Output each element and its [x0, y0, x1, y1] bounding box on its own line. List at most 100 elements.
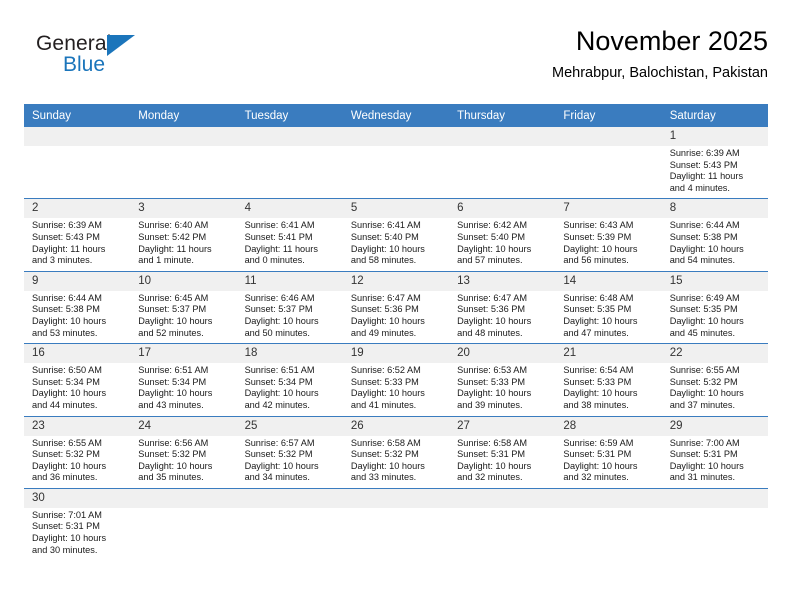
calendar-day-cell[interactable]: 16 Sunrise: 6:50 AM Sunset: 5:34 PM Dayligh…: [24, 343, 131, 416]
daylight-text-line1: Daylight: 10 hours: [350, 315, 425, 326]
calendar-day-cell[interactable]: 1 Sunrise: 6:39 AM Sunset: 5:43 PM Daylight…: [661, 127, 768, 199]
calendar-day-cell[interactable]: 24 Sunrise: 6:56 AM Sunset: 5:32 PM Dayligh…: [130, 415, 237, 489]
general-blue-logo[interactable]: General Blue: [36, 32, 186, 88]
daylight-text-line1: Daylight: 10 hours: [32, 533, 107, 544]
sunset-text: Sunset: 5:35 PM: [563, 304, 632, 315]
sunrise-text: Sunrise: 6:55 AM: [32, 437, 102, 448]
sunset-text: Sunset: 5:32 PM: [138, 449, 207, 460]
day-cell-content: [342, 127, 450, 198]
sunrise-text: Sunrise: 6:41 AM: [350, 220, 421, 231]
day-number: 3: [130, 199, 237, 219]
day-number: 1: [661, 127, 768, 146]
daylight-text-line1: Daylight: 10 hours: [138, 315, 213, 326]
daylight-text-line2: and 0 minutes.: [244, 255, 305, 266]
calendar-day-cell[interactable]: 4 Sunrise: 6:41 AM Sunset: 5:41 PM Daylight…: [236, 198, 343, 272]
sunset-text: Sunset: 5:41 PM: [244, 231, 313, 242]
day-number: [449, 488, 556, 508]
day-details: Sunrise: 6:55 AM Sunset: 5:32 PM Daylight:…: [662, 363, 768, 415]
calendar-day-cell[interactable]: 8 Sunrise: 6:44 AM Sunset: 5:38 PM Daylight…: [661, 198, 768, 272]
calendar-day-cell[interactable]: 19 Sunrise: 6:52 AM Sunset: 5:33 PM Dayligh…: [342, 343, 450, 416]
daylight-text-line2: and 50 minutes.: [244, 327, 310, 338]
day-cell-content: 5 Sunrise: 6:41 AM Sunset: 5:40 PM Daylight…: [342, 199, 450, 270]
day-number: 13: [449, 271, 556, 291]
daylight-text-line1: Daylight: 10 hours: [563, 388, 638, 399]
calendar-day-cell[interactable]: 11 Sunrise: 6:46 AM Sunset: 5:37 PM Dayligh…: [236, 270, 343, 344]
calendar-day-cell[interactable]: 25 Sunrise: 6:57 AM Sunset: 5:32 PM Dayligh…: [236, 415, 343, 489]
daylight-text-line1: Daylight: 10 hours: [244, 460, 319, 471]
calendar-cell-empty: [342, 127, 450, 199]
day-cell-content: 18 Sunrise: 6:51 AM Sunset: 5:34 PM Dayligh…: [236, 344, 343, 415]
day-number: 14: [555, 271, 662, 291]
day-cell-content: [236, 127, 343, 198]
calendar-cell-empty: [555, 127, 662, 199]
day-cell-content: 6 Sunrise: 6:42 AM Sunset: 5:40 PM Daylight…: [449, 199, 556, 270]
day-details: Sunrise: 6:40 AM Sunset: 5:42 PM Daylight:…: [130, 218, 236, 270]
sunrise-text: Sunrise: 6:47 AM: [457, 292, 528, 303]
sunset-text: Sunset: 5:37 PM: [244, 304, 313, 315]
calendar-day-cell[interactable]: 23 Sunrise: 6:55 AM Sunset: 5:32 PM Dayligh…: [24, 415, 131, 489]
day-details: Sunrise: 6:59 AM Sunset: 5:31 PM Daylight:…: [555, 436, 661, 488]
calendar-day-cell[interactable]: 22 Sunrise: 6:55 AM Sunset: 5:32 PM Dayligh…: [661, 343, 768, 416]
page-header: General Blue November 2025 Mehrabpur, Ba…: [24, 24, 768, 96]
daylight-text-line2: and 1 minute.: [138, 255, 194, 266]
calendar-day-cell[interactable]: 5 Sunrise: 6:41 AM Sunset: 5:40 PM Daylight…: [342, 198, 450, 272]
day-number: 20: [449, 344, 556, 364]
day-cell-content: [130, 488, 237, 560]
calendar-day-cell[interactable]: 20 Sunrise: 6:53 AM Sunset: 5:33 PM Dayligh…: [449, 343, 556, 416]
day-cell-content: 28 Sunrise: 6:59 AM Sunset: 5:31 PM Dayligh…: [555, 416, 662, 488]
weekday-header-tuesday: Tuesday: [236, 104, 343, 127]
day-details: Sunrise: 6:58 AM Sunset: 5:31 PM Daylight:…: [449, 436, 555, 488]
calendar-day-cell[interactable]: 3 Sunrise: 6:40 AM Sunset: 5:42 PM Daylight…: [130, 198, 237, 272]
calendar-day-cell[interactable]: 21 Sunrise: 6:54 AM Sunset: 5:33 PM Dayligh…: [555, 343, 662, 416]
day-details: Sunrise: 6:39 AM Sunset: 5:43 PM Daylight:…: [662, 146, 768, 198]
day-number: 12: [342, 271, 450, 291]
daylight-text-line1: Daylight: 11 hours: [244, 243, 318, 254]
calendar-day-cell[interactable]: 12 Sunrise: 6:47 AM Sunset: 5:36 PM Dayligh…: [342, 270, 450, 344]
daylight-text-line1: Daylight: 10 hours: [563, 243, 638, 254]
day-cell-content: 29 Sunrise: 7:00 AM Sunset: 5:31 PM Dayligh…: [661, 416, 768, 488]
day-number: 28: [555, 416, 662, 436]
calendar-day-cell[interactable]: 9 Sunrise: 6:44 AM Sunset: 5:38 PM Daylight…: [24, 270, 131, 344]
calendar-week-row: 30 Sunrise: 7:01 AM Sunset: 5:31 PM Dayligh…: [24, 487, 768, 561]
day-cell-content: 15 Sunrise: 6:49 AM Sunset: 5:35 PM Dayligh…: [661, 271, 768, 343]
day-number: 5: [342, 199, 450, 219]
day-number: 24: [130, 416, 237, 436]
sunrise-text: Sunrise: 6:45 AM: [138, 292, 209, 303]
calendar-day-cell[interactable]: 17 Sunrise: 6:51 AM Sunset: 5:34 PM Dayligh…: [130, 343, 237, 416]
calendar-day-cell[interactable]: 28 Sunrise: 6:59 AM Sunset: 5:31 PM Dayligh…: [555, 415, 662, 489]
sunrise-text: Sunrise: 6:53 AM: [457, 365, 528, 376]
daylight-text-line2: and 39 minutes.: [457, 399, 523, 410]
sunset-text: Sunset: 5:42 PM: [138, 231, 207, 242]
sunrise-text: Sunrise: 6:58 AM: [350, 437, 421, 448]
day-number: [130, 488, 237, 508]
calendar-day-cell[interactable]: 26 Sunrise: 6:58 AM Sunset: 5:32 PM Dayligh…: [342, 415, 450, 489]
day-details: Sunrise: 6:48 AM Sunset: 5:35 PM Daylight:…: [555, 291, 661, 343]
calendar-week-row: 16 Sunrise: 6:50 AM Sunset: 5:34 PM Dayligh…: [24, 343, 768, 416]
calendar-day-cell[interactable]: 30 Sunrise: 7:01 AM Sunset: 5:31 PM Dayligh…: [24, 487, 131, 561]
day-cell-content: 26 Sunrise: 6:58 AM Sunset: 5:32 PM Dayligh…: [342, 416, 450, 488]
day-details: Sunrise: 6:54 AM Sunset: 5:33 PM Daylight:…: [555, 363, 661, 415]
calendar-day-cell[interactable]: 13 Sunrise: 6:47 AM Sunset: 5:36 PM Dayligh…: [449, 270, 556, 344]
calendar-day-cell[interactable]: 2 Sunrise: 6:39 AM Sunset: 5:43 PM Daylight…: [24, 198, 131, 272]
calendar-day-cell[interactable]: 27 Sunrise: 6:58 AM Sunset: 5:31 PM Dayligh…: [449, 415, 556, 489]
calendar-day-cell[interactable]: 14 Sunrise: 6:48 AM Sunset: 5:35 PM Dayligh…: [555, 270, 662, 344]
daylight-text-line1: Daylight: 10 hours: [350, 460, 425, 471]
sunrise-text: Sunrise: 7:01 AM: [32, 509, 102, 520]
sunrise-text: Sunrise: 6:52 AM: [350, 365, 421, 376]
calendar-day-cell[interactable]: 6 Sunrise: 6:42 AM Sunset: 5:40 PM Daylight…: [449, 198, 556, 272]
day-details: Sunrise: 6:50 AM Sunset: 5:34 PM Daylight:…: [24, 363, 130, 415]
calendar-day-cell[interactable]: 7 Sunrise: 6:43 AM Sunset: 5:39 PM Daylight…: [555, 198, 662, 272]
daylight-text-line2: and 45 minutes.: [669, 327, 736, 338]
daylight-text-line2: and 43 minutes.: [138, 399, 204, 410]
calendar-day-cell[interactable]: 15 Sunrise: 6:49 AM Sunset: 5:35 PM Dayligh…: [661, 270, 768, 344]
calendar-day-cell[interactable]: 29 Sunrise: 7:00 AM Sunset: 5:31 PM Dayligh…: [661, 415, 768, 489]
day-number: [555, 127, 662, 146]
day-cell-content: 8 Sunrise: 6:44 AM Sunset: 5:38 PM Daylight…: [661, 199, 768, 270]
day-number: 27: [449, 416, 556, 436]
calendar-day-cell[interactable]: 10 Sunrise: 6:45 AM Sunset: 5:37 PM Dayligh…: [130, 270, 237, 344]
sunset-text: Sunset: 5:38 PM: [32, 304, 100, 315]
daylight-text-line2: and 32 minutes.: [457, 472, 523, 483]
day-cell-content: 16 Sunrise: 6:50 AM Sunset: 5:34 PM Dayligh…: [24, 344, 131, 415]
daylight-text-line1: Daylight: 10 hours: [669, 315, 744, 326]
calendar-day-cell[interactable]: 18 Sunrise: 6:51 AM Sunset: 5:34 PM Dayligh…: [236, 343, 343, 416]
